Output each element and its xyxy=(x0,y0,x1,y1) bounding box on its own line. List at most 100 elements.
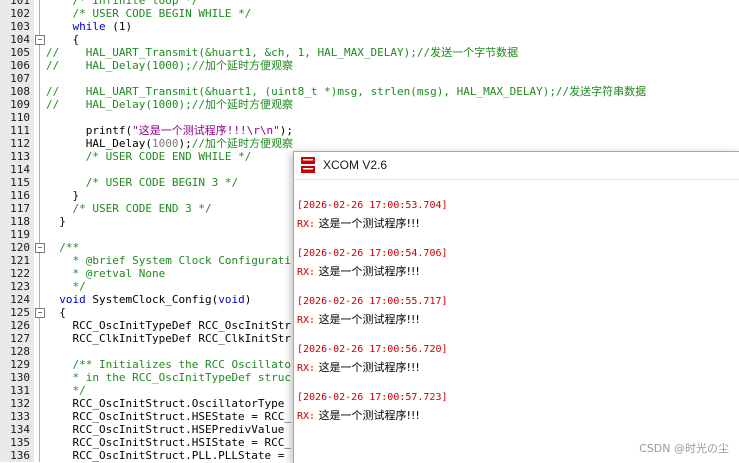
code-line: RCC_OscInitStruct.HSIState = RCC_ xyxy=(46,436,291,449)
line-number: 121 xyxy=(10,254,30,267)
line-number: 133 xyxy=(10,410,30,423)
code-token: */ xyxy=(72,384,86,397)
fold-toggle-icon[interactable]: − xyxy=(35,308,45,318)
fold-toggle-icon[interactable]: − xyxy=(35,243,45,253)
code-token: } xyxy=(46,189,80,202)
log-message-row: RX: 这是一个测试程序!!! xyxy=(297,263,420,279)
line-number: 112 xyxy=(10,137,30,150)
rx-tag: RX: xyxy=(297,267,316,278)
xcom-titlebar[interactable]: XCOM V2.6 xyxy=(294,152,739,180)
code-token: /* USER CODE END WHILE */ xyxy=(85,150,252,163)
code-token: RCC_OscInitTypeDef RCC_OscInitStr xyxy=(46,319,292,332)
code-token: RCC_ClkInitTypeDef RCC_ClkInitStr xyxy=(46,332,292,345)
line-number: 101 xyxy=(10,0,30,7)
fold-toggle-icon[interactable]: − xyxy=(35,35,45,45)
xcom-window[interactable]: XCOM V2.6 [2026-02-26 17:00:53.704] RX: 这… xyxy=(293,151,739,463)
line-number: 117 xyxy=(10,202,30,215)
line-number: 102 xyxy=(10,7,30,20)
code-token: 1000 xyxy=(151,137,179,150)
code-token: "这是一个测试程序!!!\r\n" xyxy=(132,124,280,137)
code-line: { xyxy=(46,306,66,319)
code-line: void SystemClock_Config(void) xyxy=(46,293,251,306)
line-number: 127 xyxy=(10,332,30,345)
code-line: RCC_OscInitTypeDef RCC_OscInitStr xyxy=(46,319,291,332)
line-number: 135 xyxy=(10,436,30,449)
xcom-logo-icon xyxy=(301,157,315,173)
code-line: /** xyxy=(46,241,79,254)
code-token: RCC_OscInitStruct.OscillatorType xyxy=(46,397,292,410)
code-line: // HAL_UART_Transmit(&huart1, (uint8_t *… xyxy=(46,85,646,98)
line-number: 109 xyxy=(10,98,30,111)
log-timestamp: [2026-02-26 17:00:56.720] xyxy=(297,344,448,355)
line-number: 131 xyxy=(10,384,30,397)
rx-tag: RX: xyxy=(297,411,316,422)
line-number: 122 xyxy=(10,267,30,280)
code-token: /** Initializes the RCC Oscillato xyxy=(72,358,292,371)
code-token: SystemClock_Config( xyxy=(85,293,219,306)
code-line: } xyxy=(46,189,79,202)
line-number: 118 xyxy=(10,215,30,228)
log-message-row: RX: 这是一个测试程序!!! xyxy=(297,359,420,375)
code-line: */ xyxy=(46,384,86,397)
code-token: // HAL_UART_Transmit(&huart1, (uint8_t *… xyxy=(46,85,647,98)
line-number: 125 xyxy=(10,306,30,319)
line-number: 124 xyxy=(10,293,30,306)
code-line: /** Initializes the RCC Oscillato xyxy=(46,358,292,371)
line-number: 128 xyxy=(10,345,30,358)
line-number: 129 xyxy=(10,358,30,371)
log-message: 这是一个测试程序!!! xyxy=(318,313,420,326)
line-number: 110 xyxy=(10,111,30,124)
log-message: 这是一个测试程序!!! xyxy=(318,217,420,230)
code-token: //加个延时方便观察 xyxy=(191,137,293,150)
line-number: 111 xyxy=(10,124,30,137)
code-token: ); xyxy=(178,137,192,150)
line-number: 116 xyxy=(10,189,30,202)
line-number: 115 xyxy=(10,176,30,189)
code-token: } xyxy=(46,215,66,228)
rx-tag: RX: xyxy=(297,363,316,374)
line-number: 104 xyxy=(10,33,30,46)
code-line: /* USER CODE BEGIN WHILE */ xyxy=(46,7,252,20)
code-token: ) xyxy=(244,293,252,306)
line-number: 108 xyxy=(10,85,30,98)
log-timestamp: [2026-02-26 17:00:55.717] xyxy=(297,296,448,307)
code-line: // HAL_UART_Transmit(&huart1, &ch, 1, HA… xyxy=(46,46,518,59)
code-token: */ xyxy=(72,280,86,293)
code-token: /* USER CODE BEGIN WHILE */ xyxy=(72,7,252,20)
code-line: while (1) xyxy=(46,20,133,33)
code-token: (1) xyxy=(105,20,133,33)
code-line: printf("这是一个测试程序!!!\r\n"); xyxy=(46,124,293,137)
log-message-row: RX: 这是一个测试程序!!! xyxy=(297,311,420,327)
code-line: RCC_ClkInitTypeDef RCC_ClkInitStr xyxy=(46,332,291,345)
watermark: CSDN @时光の尘 xyxy=(639,442,729,455)
code-token: /* Infinite loop */ xyxy=(72,0,199,7)
code-line: * @brief System Clock Configurati xyxy=(46,254,292,267)
code-token: // HAL_Delay(1000);//加个延时方便观察 xyxy=(46,98,293,111)
code-token: printf( xyxy=(46,124,133,137)
code-token: /** xyxy=(59,241,80,254)
xcom-title: XCOM V2.6 xyxy=(323,158,388,172)
code-token: // HAL_Delay(1000);//加个延时方便观察 xyxy=(46,59,293,72)
code-line: // HAL_Delay(1000);//加个延时方便观察 xyxy=(46,98,293,111)
log-message: 这是一个测试程序!!! xyxy=(318,409,420,422)
line-number: 126 xyxy=(10,319,30,332)
code-token: // HAL_UART_Transmit(&huart1, &ch, 1, HA… xyxy=(46,46,519,59)
code-token: void xyxy=(218,293,245,306)
code-line: /* Infinite loop */ xyxy=(46,0,199,7)
line-number: 103 xyxy=(10,20,30,33)
fold-guide xyxy=(39,0,40,462)
log-timestamp: [2026-02-26 17:00:57.723] xyxy=(297,392,448,403)
code-token: RCC_OscInitStruct.HSEPredivValue xyxy=(46,423,292,436)
